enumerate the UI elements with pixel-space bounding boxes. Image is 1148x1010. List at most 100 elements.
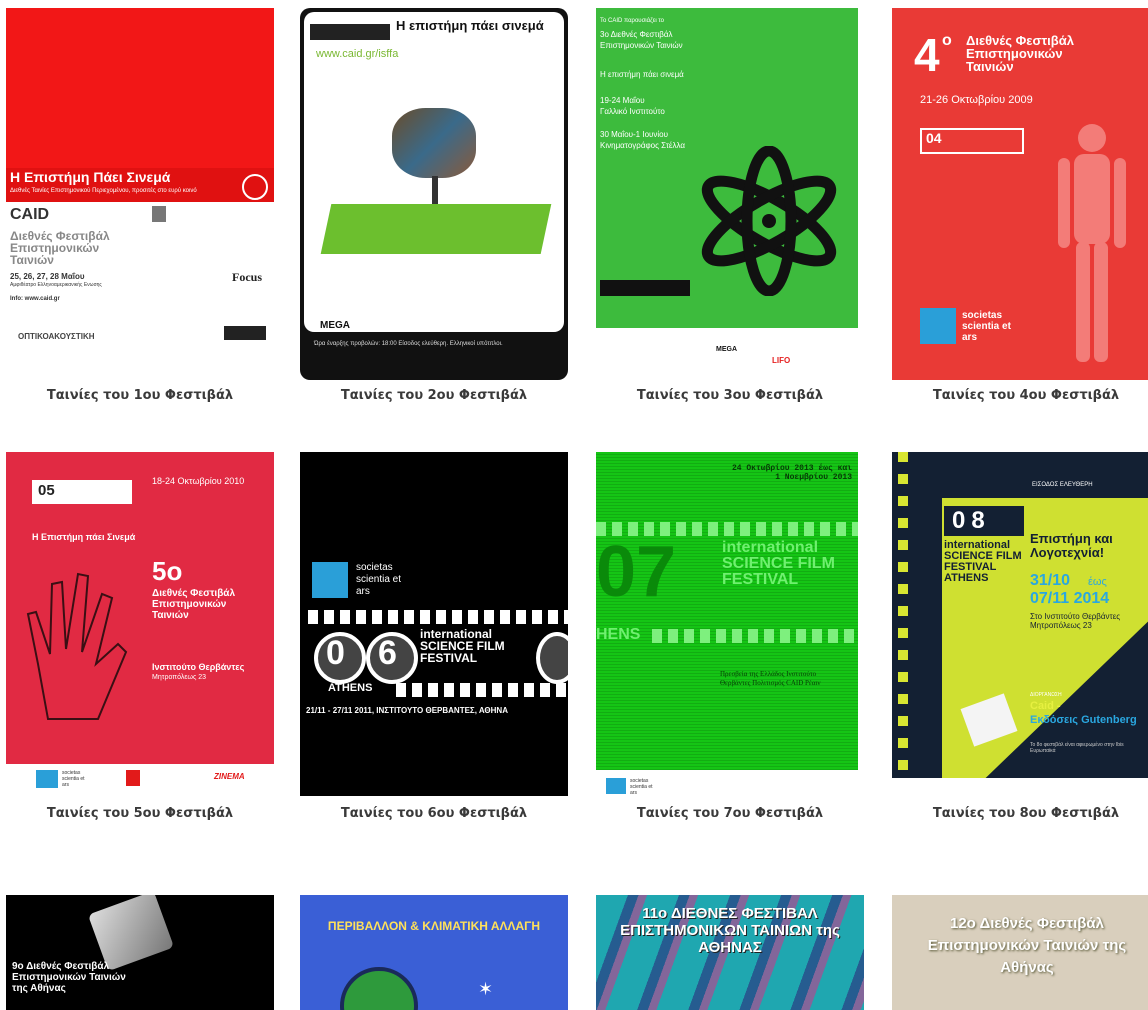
poster-3-line-5: 19-24 Μαΐου <box>600 96 645 105</box>
poster-6[interactable]: societas scientia et ars 0 6 internation… <box>300 452 568 796</box>
film-perforation-left <box>898 452 908 778</box>
poster-8-venue: Στο Ινστιτούτο Θερβάντες Μητροπόλεως 23 <box>1030 612 1121 630</box>
festival-badge-icon <box>600 280 690 296</box>
poster-8[interactable]: ΕΙΣΟΔΟΣ ΕΛΕΥΘΕΡΗ 08 international SCIENC… <box>892 452 1148 796</box>
caption-7[interactable]: Ταινίες του 7ου Φεστιβάλ <box>596 806 864 821</box>
cervantes-logo-icon <box>126 770 140 786</box>
poster-4-societas: societas scientia et ars <box>962 310 1011 343</box>
film-strip-2 <box>396 683 566 697</box>
poster-4-sup: ο <box>942 32 952 49</box>
poster-8-gutenberg: Εκδόσεις Gutenberg <box>1030 714 1137 726</box>
poster-5-address: Μητροπόλεως 23 <box>152 674 207 681</box>
film-strip <box>308 610 568 624</box>
poster-8-date-start: 31/10 <box>1030 572 1071 589</box>
poster-4-title: Διεθνές Φεστιβάλ Επιστημονικών Ταινιών <box>966 33 1074 74</box>
poster-7-festival: international SCIENCE FILM FESTIVAL <box>722 539 835 588</box>
poster-8-festival: international SCIENCE FILM FESTIVAL ATHE… <box>944 539 1022 584</box>
poster-6-athens: ATHENS <box>328 682 373 694</box>
poster-6-festival: international SCIENCE FILM FESTIVAL <box>420 627 505 665</box>
atom-film-icon <box>701 146 837 296</box>
poster-3-line-1: Το CAID παρουσιάζει το <box>600 18 665 24</box>
poster-7-athens: HENS <box>596 626 641 643</box>
poster-6-num-2: 6 <box>378 634 397 672</box>
poster-2-title: Η επιστήμη πάει σινεμά <box>396 18 544 33</box>
film-reel-icon <box>242 174 268 200</box>
poster-5-dates: 18-24 Οκτωβρίου 2010 <box>152 476 245 486</box>
hand-drawing <box>26 572 128 720</box>
poster-1-dates: 25, 26, 27, 28 Μαΐου <box>10 272 85 281</box>
caption-4[interactable]: Ταινίες του 4ου Φεστιβάλ <box>892 388 1148 403</box>
poster-4-number: 4 <box>914 29 940 81</box>
poster-4[interactable]: 4 ο Διεθνές Φεστιβάλ Επιστημονικών Ταινι… <box>892 8 1148 380</box>
caption-3[interactable]: Ταινίες του 3ου Φεστιβάλ <box>596 388 864 403</box>
poster-5-title: Διεθνές Φεστιβάλ Επιστημονικών Ταινιών <box>152 588 236 621</box>
poster-4-dates: 21-26 Οκτωβρίου 2009 <box>920 94 1033 106</box>
photo-tree-crown <box>392 108 476 178</box>
poster-2-url: www.caid.gr/isffa <box>316 48 399 60</box>
star-icon: ✶ <box>478 979 494 999</box>
poster-1[interactable]: Η Επιστήμη Πάει Σινεμά Διεθνές Ταινίες Ε… <box>6 8 274 380</box>
poster-8-title: Επιστήμη και Λογοτεχνία! <box>1030 531 1113 560</box>
poster-3[interactable]: Το CAID παρουσιάζει το 3ο Διεθνές Φεστιβ… <box>596 8 864 380</box>
poster-9[interactable]: 9ο Διεθνές Φεστιβάλ Επιστημονικών Ταινιώ… <box>6 895 274 1010</box>
poster-2-mega: MEGA <box>320 320 350 331</box>
poster-2-footer: Ώρα έναρξης προβολών: 18:00 Είσοδος ελεύ… <box>314 341 503 347</box>
poster-2[interactable]: Η επιστήμη πάει σινεμά www.caid.gr/isffa… <box>300 8 568 380</box>
caid-logo-icon <box>36 770 58 788</box>
poster-5-slogan: Η Επιστήμη πάει Σινεμά <box>32 532 136 542</box>
poster-3-line-3: Επιστημονικών Ταινιών <box>600 41 683 50</box>
poster-5[interactable]: 05 18-24 Οκτωβρίου 2010 Η Επιστήμη πάει … <box>6 452 274 796</box>
poster-9-title: 9ο Διεθνές Φεστιβάλ Επιστημονικών Ταινιώ… <box>12 961 126 994</box>
poster-3-lifo: LIFO <box>772 356 791 365</box>
poster-10[interactable]: ΠΕΡΙΒΑΛΛΟΝ & ΚΛΙΜΑΤΙΚΗ ΑΛΛΑΓΗ ✶ <box>300 895 568 1010</box>
caid-logo-icon <box>312 562 348 598</box>
caption-8[interactable]: Ταινίες του 8ου Φεστιβάλ <box>892 806 1148 821</box>
human-body-figure <box>1058 124 1126 362</box>
film-strip-2 <box>652 629 858 643</box>
poster-10-title: ΠΕΡΙΒΑΛΛΟΝ & ΚΛΙΜΑΤΙΚΗ ΑΛΛΑΓΗ <box>327 919 541 933</box>
poster-3-line-4: Η επιστήμη πάει σινεμά <box>600 70 684 79</box>
festival-badge-icon <box>224 326 266 340</box>
poster-3-line-8: Κινηματογράφος Στέλλα <box>600 141 685 150</box>
poster-5-venue: Ινστιτούτο Θερβάντες <box>152 662 245 672</box>
poster-3-line-6: Γαλλικό Ινστιτούτο <box>600 107 665 116</box>
poster-3-mega: MEGA <box>716 346 737 353</box>
caption-2[interactable]: Ταινίες του 2ου Φεστιβάλ <box>300 388 568 403</box>
poster-5-cinema: ZINEMA <box>214 772 245 781</box>
poster-6-societas: societas scientia et ars <box>356 562 402 597</box>
caid-logo-icon <box>920 308 956 344</box>
poster-5-badge: 05 <box>38 482 55 499</box>
poster-1-info: Info: www.caid.gr <box>10 296 60 302</box>
caption-6[interactable]: Ταινίες του 6ου Φεστιβάλ <box>300 806 568 821</box>
poster-8-org: ΔΙΟΡΓΑΝΩΣΗ <box>1030 692 1062 698</box>
poster-8-date-end: 07/11 2014 <box>1030 590 1110 607</box>
poster-5-number: 5ο <box>152 556 183 586</box>
poster-1-subtitle: Διεθνές Ταινίες Επιστημονικού Περιεχομέν… <box>10 188 197 194</box>
poster-7[interactable]: 24 Οκτωβρίου 2013 έως και 1 Νοεμβρίου 20… <box>596 452 864 796</box>
crest-icon <box>152 206 166 222</box>
poster-7-societas: societas scientia et ars <box>630 778 653 796</box>
green-platform <box>320 204 552 254</box>
poster-7-venue: Πρεσβεία της Ελλάδος Ινστιτούτο Θερβάντε… <box>720 670 821 687</box>
caption-1[interactable]: Ταινίες του 1ου Φεστιβάλ <box>6 388 274 403</box>
poster-12[interactable]: 12ο Διεθνές Φεστιβάλ Επιστημονικών Ταινι… <box>892 895 1148 1010</box>
poster-7-dates: 24 Οκτωβρίου 2013 έως και 1 Νοεμβρίου 20… <box>731 464 852 482</box>
poster-8-caid: Caid - <box>1030 700 1061 712</box>
poster-11-title: 11ο ΔΙΕΘΝΕΣ ΦΕΣΤΙΒΑΛ ΕΠΙΣΤΗΜΟΝΙΚΩΝ ΤΑΙΝΙ… <box>620 905 840 956</box>
poster-3-line-2: 3ο Διεθνές Φεστιβάλ <box>600 30 673 39</box>
poster-1-venue: Αμφιθέατρο Ελληνοαμερικανικής Ενωσης <box>10 282 102 288</box>
poster-6-num-1: 0 <box>326 634 345 672</box>
poster-1-festival: Διεθνές Φεστιβάλ Επιστημονικών Ταινιών <box>10 229 110 267</box>
poster-8-eos: έως <box>1088 576 1107 588</box>
poster-11[interactable]: 11ο ΔΙΕΘΝΕΣ ΦΕΣΤΙΒΑΛ ΕΠΙΣΤΗΜΟΝΙΚΩΝ ΤΑΙΝΙ… <box>596 895 864 1010</box>
poster-1-optiko: ΟΠΤΙΚΟΑΚΟΥΣΤΙΚΗ <box>18 332 95 341</box>
poster-8-badge: 08 <box>952 507 991 534</box>
poster-8-note: Το 8ο φεστιβάλ είναι αφιερωμένο στην Ibi… <box>1030 742 1124 754</box>
caption-5[interactable]: Ταινίες του 5ου Φεστιβάλ <box>6 806 274 821</box>
poster-5-societas: societas scientia et ars <box>62 770 85 788</box>
poster-8-free: ΕΙΣΟΔΟΣ ΕΛΕΥΘΕΡΗ <box>1032 482 1093 488</box>
poster-1-focus: Focus <box>232 270 262 284</box>
festival-badge-icon <box>310 24 390 40</box>
poster-7-number: 07 <box>596 532 677 612</box>
poster-1-title: Η Επιστήμη Πάει Σινεμά <box>10 169 171 185</box>
